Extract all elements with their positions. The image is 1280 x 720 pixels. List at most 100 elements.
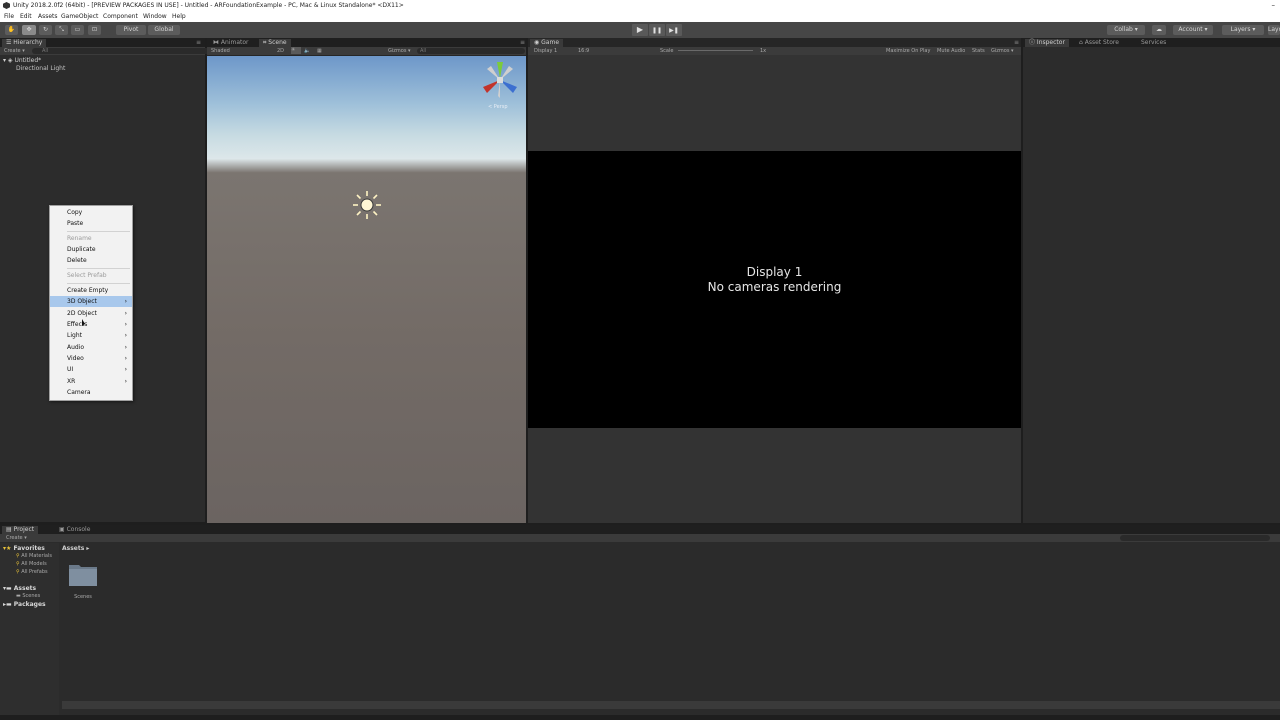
menu-window[interactable]: Window [143, 13, 167, 20]
account-dropdown[interactable]: Account ▾ [1173, 25, 1213, 35]
play-button[interactable]: ▶ [632, 24, 648, 36]
project-search-input[interactable] [1120, 535, 1270, 541]
favorites-node[interactable]: ▾★ Favorites [3, 545, 45, 552]
lighting-toggle[interactable]: ☀ [291, 47, 301, 54]
cloud-button[interactable]: ☁ [1152, 25, 1166, 35]
menu-item-audio[interactable]: Audio › [50, 342, 132, 353]
menu-assets[interactable]: Assets [38, 13, 58, 20]
layout-dropdown[interactable]: Layout ▾ [1268, 25, 1280, 35]
panel-options-icon[interactable]: ≡ [520, 39, 525, 46]
menu-item-ui[interactable]: UI › [50, 364, 132, 375]
tab-services[interactable]: Services [1137, 39, 1170, 47]
move-tool-button[interactable]: ✥ [22, 25, 36, 35]
scene-search-input[interactable]: All [417, 48, 525, 54]
global-label: Global [154, 26, 174, 33]
menu-item-effects[interactable]: Effects › [50, 319, 132, 330]
hierarchy-item-directional-light[interactable]: Directional Light [16, 65, 65, 72]
tab-inspector[interactable]: ⓘ Inspector [1025, 39, 1069, 47]
panel-options-icon[interactable]: ≡ [1014, 39, 1019, 46]
window-title-bar: Unity 2018.2.0f2 (64bit) - [PREVIEW PACK… [0, 0, 1280, 12]
project-breadcrumb[interactable]: Assets ▸ [62, 545, 89, 552]
menu-file[interactable]: File [4, 13, 14, 20]
favorite-all-prefabs[interactable]: ⚲ All Prefabs [16, 569, 48, 575]
tab-hierarchy[interactable]: ☰ Hierarchy [2, 39, 47, 47]
tab-scene[interactable]: ⌗ Scene [259, 39, 291, 47]
menu-item-paste[interactable]: Paste [50, 218, 132, 229]
scene-tabbar: ⧓ Animator ⌗ Scene ≡ [207, 38, 526, 47]
perspective-label[interactable]: < Persp [488, 104, 508, 110]
scale-tool-button[interactable]: ⤡ [55, 25, 68, 35]
global-toggle[interactable]: Global [148, 25, 180, 35]
rotate-tool-button[interactable]: ↻ [39, 25, 52, 35]
hierarchy-create-button[interactable]: Create ▾ [4, 48, 25, 54]
menu-item-label: Audio [67, 344, 85, 351]
menu-component[interactable]: Component [103, 13, 138, 20]
pivot-toggle[interactable]: Pivot [116, 25, 146, 35]
menu-item-label: Duplicate [67, 246, 96, 253]
pause-button[interactable]: ❚❚ [649, 24, 665, 36]
menu-item-2d-object[interactable]: 2D Object › [50, 308, 132, 319]
menu-item-copy[interactable]: Copy [50, 207, 132, 218]
effects-icon: ▦ [317, 48, 322, 54]
menu-item-duplicate[interactable]: Duplicate [50, 244, 132, 255]
orientation-gizmo-icon[interactable] [479, 60, 521, 104]
game-viewport[interactable]: Display 1 No cameras rendering [528, 151, 1021, 428]
layers-dropdown[interactable]: Layers ▾ [1222, 25, 1264, 35]
minimize-button[interactable]: – [1272, 1, 1276, 9]
menu-item-create-empty[interactable]: Create Empty [50, 285, 132, 296]
collab-dropdown[interactable]: Collab ▾ [1107, 25, 1145, 35]
play-icon: ▶ [636, 25, 644, 34]
2d-mode-toggle[interactable]: 2D [277, 48, 284, 54]
aspect-dropdown[interactable]: 16:9 [578, 48, 589, 54]
main-toolbar: ✋ ✥ ↻ ⤡ ▭ ⊡ Pivot Global ▶ ❚❚ ▶❚ Collab … [0, 22, 1280, 38]
menu-help[interactable]: Help [172, 13, 186, 20]
audio-toggle[interactable]: 🔈 [304, 48, 310, 54]
panel-options-icon[interactable]: ≡ [196, 39, 201, 46]
menu-item-3d-object[interactable]: 3D Object › [50, 296, 132, 307]
menu-item-select-prefab[interactable]: Select Prefab [50, 270, 132, 281]
game-display-title: Display 1 [746, 265, 803, 279]
tab-animator[interactable]: ⧓ Animator [209, 39, 253, 47]
context-menu: Copy Paste Rename Duplicate Delete Selec… [49, 205, 133, 401]
menu-gameobject[interactable]: GameObject [61, 13, 98, 20]
maximize-on-play-toggle[interactable]: Maximize On Play [886, 48, 930, 54]
scene-toolbar: Shaded 2D ☀ 🔈 ▦ Gizmos ▾ All [207, 47, 526, 55]
scene-root-item[interactable]: ▾ ◈ Untitled* [3, 57, 203, 65]
submenu-arrow-icon: › [124, 332, 127, 339]
menu-item-label: Create Empty [67, 287, 109, 294]
menu-item-rename[interactable]: Rename [50, 233, 132, 244]
hand-tool-button[interactable]: ✋ [5, 25, 18, 35]
step-button[interactable]: ▶❚ [666, 24, 682, 36]
tab-project[interactable]: ▤ Project [2, 526, 39, 534]
scale-slider[interactable] [678, 50, 753, 51]
assets-child-scenes[interactable]: ▬ Scenes [16, 593, 40, 599]
menu-item-xr[interactable]: XR › [50, 376, 132, 387]
scene-gizmos-dropdown[interactable]: Gizmos ▾ [388, 48, 411, 54]
favorite-all-materials[interactable]: ⚲ All Materials [16, 553, 52, 559]
display-dropdown[interactable]: Display 1 [534, 48, 557, 54]
rect-tool-button[interactable]: ▭ [71, 25, 84, 35]
menu-item-light[interactable]: Light › [50, 330, 132, 341]
tab-game[interactable]: ◉ Game [530, 39, 564, 47]
project-create-button[interactable]: Create ▾ [6, 535, 27, 541]
menu-item-camera[interactable]: Camera [50, 387, 132, 398]
shading-mode-dropdown[interactable]: Shaded [211, 48, 230, 54]
favorite-label: All Materials [21, 553, 52, 559]
favorite-all-models[interactable]: ⚲ All Models [16, 561, 47, 567]
mute-audio-toggle[interactable]: Mute Audio [937, 48, 965, 54]
transform-tool-button[interactable]: ⊡ [88, 25, 101, 35]
hierarchy-search-input[interactable]: All [32, 48, 212, 54]
game-gizmos-dropdown[interactable]: Gizmos ▾ [991, 48, 1014, 54]
menu-item-delete[interactable]: Delete [50, 255, 132, 266]
menu-item-video[interactable]: Video › [50, 353, 132, 364]
scene-viewport[interactable]: < Persp [207, 56, 526, 523]
directional-light-icon[interactable] [352, 190, 382, 220]
stats-toggle[interactable]: Stats [972, 48, 985, 54]
assets-node[interactable]: ▾▬ Assets [3, 585, 36, 592]
folder-item-scenes[interactable]: Scenes [68, 561, 98, 600]
tab-console[interactable]: ▣ Console [55, 526, 94, 534]
effects-toggle[interactable]: ▦ [317, 48, 322, 54]
menu-edit[interactable]: Edit [20, 13, 32, 20]
tab-asset-store[interactable]: ⌂ Asset Store [1075, 39, 1123, 47]
packages-node[interactable]: ▸▬ Packages [3, 601, 46, 608]
